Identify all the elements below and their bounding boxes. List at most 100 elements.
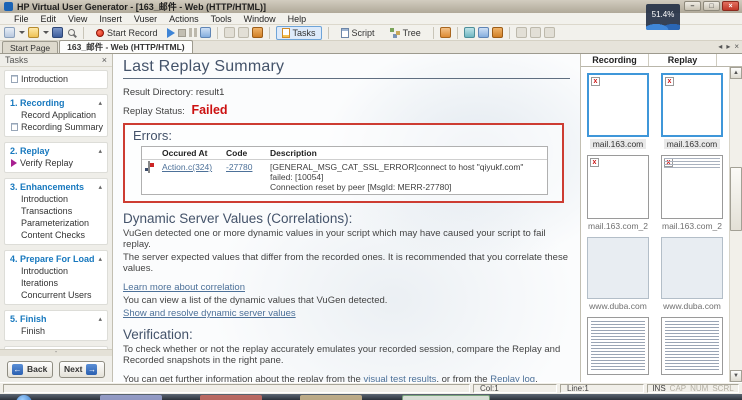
search-icon[interactable] — [68, 29, 75, 36]
minimize-button[interactable]: – — [684, 1, 701, 11]
status-line: Line:1 — [560, 384, 644, 393]
next-button[interactable]: Next → — [59, 361, 105, 378]
status-col: Col:1 — [473, 384, 557, 393]
taskbar-item[interactable] — [200, 395, 262, 400]
taskbar-item[interactable] — [300, 395, 362, 400]
tab-scroll-right-icon[interactable]: ▸ — [726, 42, 730, 52]
save-icon[interactable] — [52, 27, 63, 38]
menu-help[interactable]: Help — [282, 14, 313, 24]
replay-thumbnail-2[interactable]: x — [661, 155, 723, 219]
recording-thumbnail-2[interactable]: x — [587, 155, 649, 219]
compile-icon[interactable] — [200, 27, 211, 38]
run-icon[interactable] — [167, 28, 175, 38]
recording-thumbnail-4[interactable] — [587, 317, 649, 375]
replay-status-label: Replay Status: — [123, 106, 185, 117]
toolbar-separator — [433, 27, 434, 39]
error-location-link[interactable]: Action.c(324) — [162, 162, 212, 172]
recording-thumbnail-1[interactable]: x — [587, 73, 649, 137]
visual-test-results-link[interactable]: visual test results — [363, 374, 436, 382]
new-script-icon[interactable] — [4, 27, 15, 38]
scrollbar-thumb[interactable] — [730, 167, 742, 231]
collapse-icon[interactable]: ▴ — [98, 147, 102, 155]
sidebar-item-iterations[interactable]: Iterations — [5, 277, 107, 289]
sidebar-splitter[interactable]: - — [0, 349, 112, 356]
sidebar-close-icon[interactable]: × — [102, 55, 107, 65]
collapse-icon[interactable]: ▴ — [98, 183, 102, 191]
title-bar: HP Virtual User Generator - [163_邮件 - We… — [0, 0, 742, 13]
window-title: HP Virtual User Generator - [163_邮件 - We… — [17, 0, 266, 13]
vugen-window: HP Virtual User Generator - [163_邮件 - We… — [0, 0, 742, 400]
replay-thumbnail-3[interactable] — [661, 237, 723, 299]
menu-insert[interactable]: Insert — [93, 14, 128, 24]
sidebar-item-enh-introduction[interactable]: Introduction — [5, 193, 107, 205]
toolbar-separator — [509, 27, 510, 39]
pause-icon — [189, 28, 197, 37]
tasks-toggle-button[interactable]: Tasks — [276, 26, 322, 40]
menu-file[interactable]: File — [8, 14, 35, 24]
tree-view-button[interactable]: Tree — [384, 26, 427, 40]
sidebar-item-parameterization[interactable]: Parameterization — [5, 217, 107, 229]
col-occured-at: Occured At — [160, 147, 224, 160]
sidebar-item-transactions[interactable]: Transactions — [5, 205, 107, 217]
open-icon[interactable] — [28, 27, 39, 38]
snapshot-sync-icon[interactable] — [464, 27, 475, 38]
sidebar-item-prep-introduction[interactable]: Introduction — [5, 265, 107, 277]
sidebar-item-record-application[interactable]: Record Application — [5, 109, 107, 121]
open-dropdown-icon[interactable] — [43, 31, 49, 34]
replay-thumbnail-4[interactable] — [661, 317, 723, 375]
scroll-down-icon[interactable]: ▼ — [730, 370, 742, 382]
title-rule — [123, 78, 570, 79]
snapshot-view-icon[interactable] — [478, 27, 489, 38]
thumbnails-panel-icon[interactable] — [440, 27, 451, 38]
show-snapshots-icon[interactable] — [492, 27, 503, 38]
disabled-tool-icon — [530, 27, 541, 38]
start-orb-icon[interactable] — [16, 395, 32, 400]
collapse-icon[interactable]: ▴ — [98, 315, 102, 323]
correlations-line2: The server expected values that differ f… — [123, 252, 570, 274]
back-button[interactable]: ← Back — [7, 361, 53, 378]
document-icon — [11, 75, 18, 83]
recording-thumbnail-3[interactable] — [587, 237, 649, 299]
result-directory-line: Result Directory: result1 — [123, 87, 570, 98]
replay-thumbnail-1[interactable]: x — [661, 73, 723, 137]
tab-start-page[interactable]: Start Page — [2, 41, 58, 53]
menu-tools[interactable]: Tools — [205, 14, 238, 24]
scroll-up-icon[interactable]: ▲ — [730, 67, 742, 79]
close-button[interactable]: × — [722, 1, 739, 11]
tab-close-icon[interactable]: × — [734, 42, 739, 52]
sidebar-item-content-checks[interactable]: Content Checks — [5, 229, 107, 241]
status-bar: Col:1 Line:1 INS CAP NUM SCRL — [0, 382, 742, 394]
recording-column-header: Recording — [581, 54, 649, 66]
windows-taskbar — [0, 394, 742, 400]
menu-view[interactable]: View — [62, 14, 93, 24]
start-record-button[interactable]: Start Record — [90, 26, 164, 40]
menu-bar: File Edit View Insert Vuser Actions Tool… — [0, 13, 742, 25]
new-dropdown-icon[interactable] — [19, 31, 25, 34]
runtime-settings-icon[interactable] — [252, 27, 263, 38]
sidebar-item-verify-replay[interactable]: Verify Replay — [5, 157, 107, 169]
collapse-icon[interactable]: ▴ — [98, 99, 102, 107]
learn-more-correlation-link[interactable]: Learn more about correlation — [123, 282, 245, 293]
flag-ins: INS — [652, 385, 665, 392]
menu-vuser[interactable]: Vuser — [128, 14, 163, 24]
sidebar-item-finish[interactable]: Finish — [5, 325, 107, 337]
menu-edit[interactable]: Edit — [35, 14, 63, 24]
replay-log-link[interactable]: Replay log — [490, 374, 535, 382]
script-view-button[interactable]: Script — [335, 26, 381, 40]
section-header-prepare: 4. Prepare For Load — [10, 254, 95, 264]
snapshots-scrollbar[interactable]: ▲ ▼ — [729, 67, 742, 382]
sidebar-item-introduction[interactable]: Introduction — [5, 73, 107, 85]
snapshot-error-icon[interactable] — [148, 161, 150, 173]
collapse-icon[interactable]: ▴ — [98, 255, 102, 263]
sidebar-item-recording-summary[interactable]: Recording Summary — [5, 121, 107, 133]
tab-active-script[interactable]: 163_邮件 - Web (HTTP/HTML) — [59, 40, 192, 53]
menu-actions[interactable]: Actions — [163, 14, 205, 24]
show-resolve-values-link[interactable]: Show and resolve dynamic server values — [123, 308, 296, 319]
sidebar-item-concurrent-users[interactable]: Concurrent Users — [5, 289, 107, 301]
tab-scroll-left-icon[interactable]: ◂ — [718, 42, 722, 52]
taskbar-item[interactable] — [100, 395, 162, 400]
maximize-button[interactable]: □ — [703, 1, 720, 11]
menu-window[interactable]: Window — [238, 14, 282, 24]
taskbar-item[interactable] — [402, 395, 490, 400]
error-code-link[interactable]: -27780 — [226, 162, 252, 172]
